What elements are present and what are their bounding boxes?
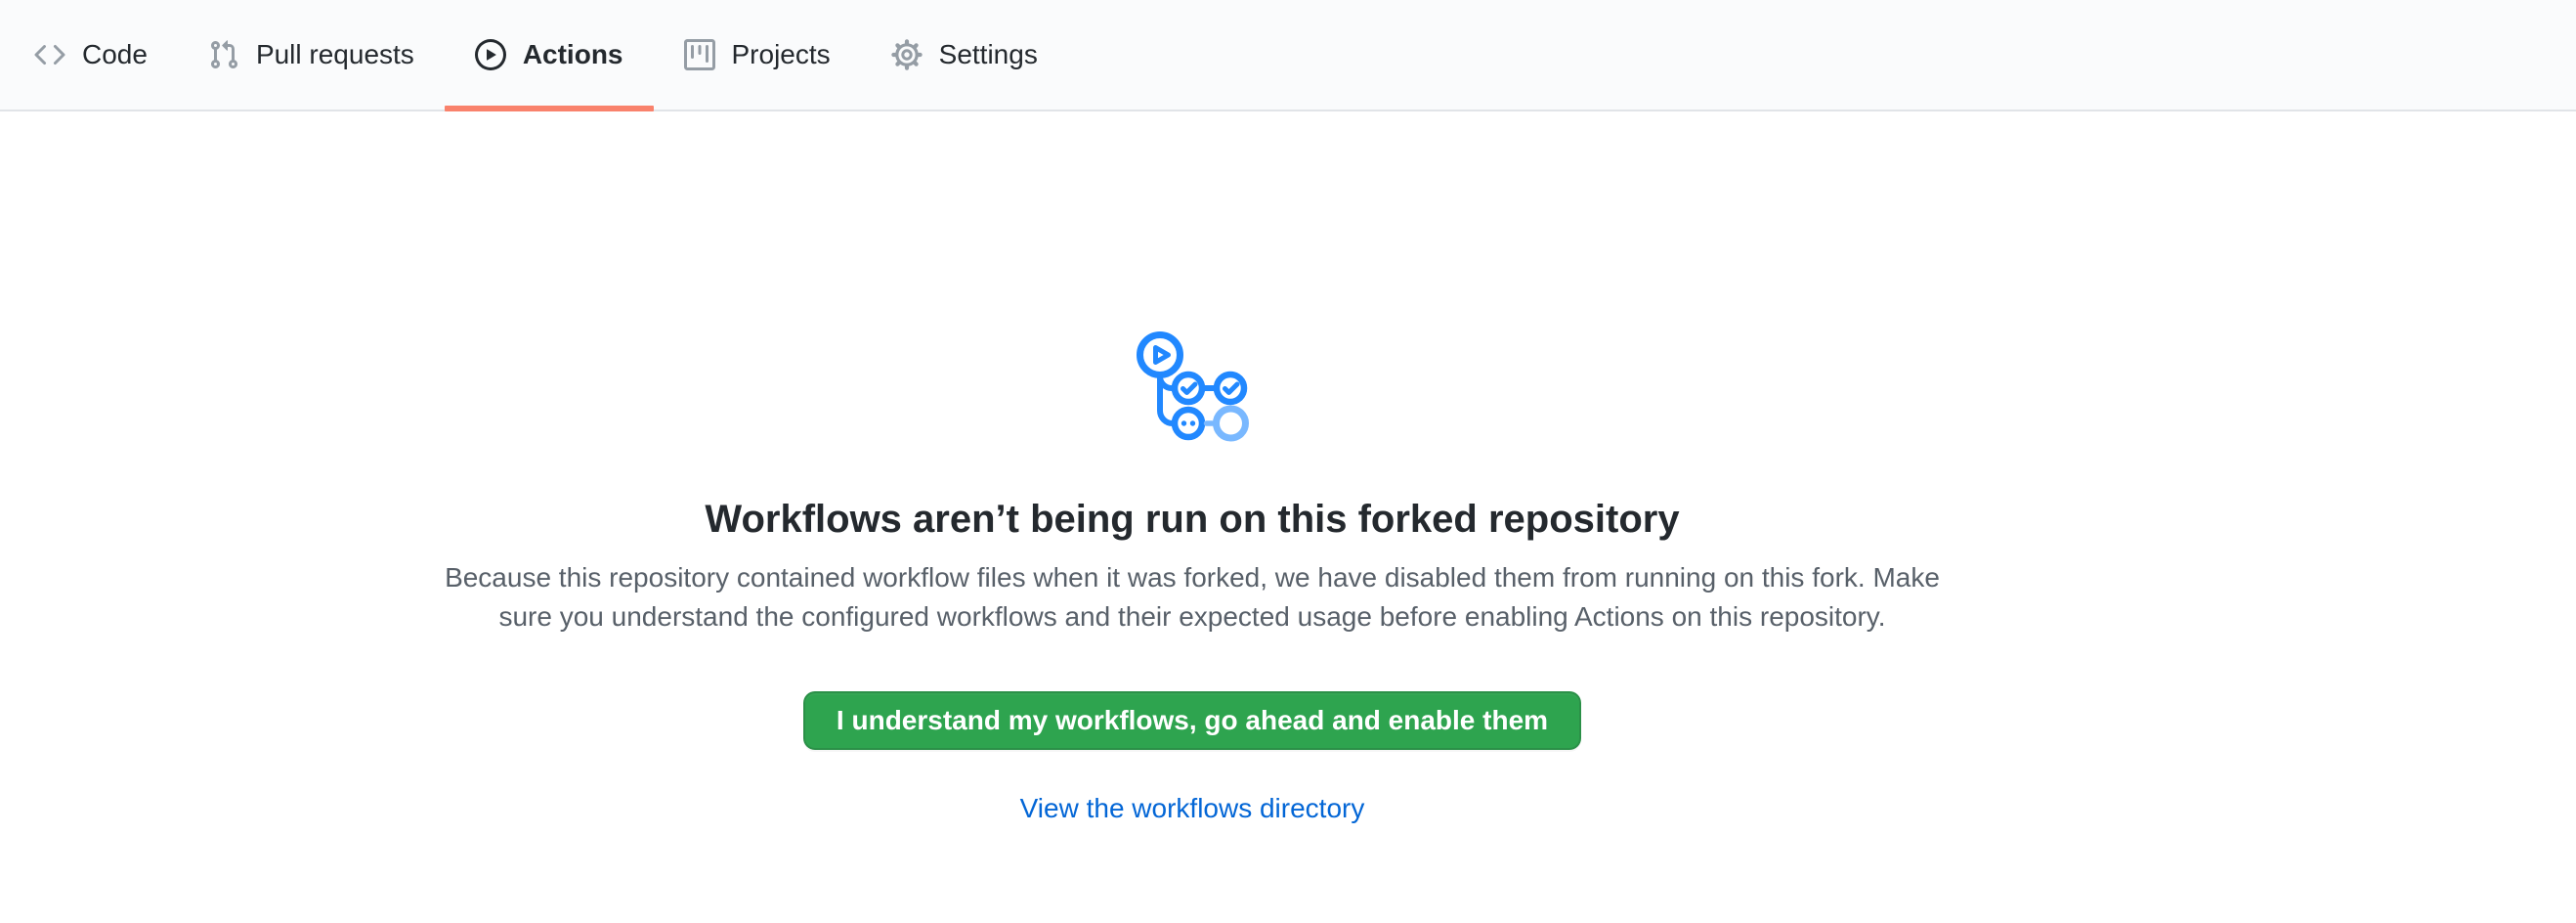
tab-code[interactable]: Code	[4, 0, 178, 110]
enable-workflows-button[interactable]: I understand my workflows, go ahead and …	[803, 691, 1581, 750]
repo-page: Code Pull requests Actions Projects	[0, 0, 2576, 923]
link-row: View the workflows directory	[0, 791, 2384, 826]
active-tab-underline	[445, 106, 654, 111]
tab-projects-label: Projects	[732, 41, 831, 68]
blankslate-title: Workflows aren’t being run on this forke…	[0, 496, 2384, 543]
tab-pull-requests-label: Pull requests	[256, 41, 414, 68]
gear-icon	[891, 39, 923, 70]
actions-disabled-blankslate: Workflows aren’t being run on this forke…	[0, 111, 2384, 826]
git-pull-request-icon	[208, 39, 239, 70]
play-circle-icon	[475, 39, 506, 70]
tab-code-label: Code	[82, 41, 148, 68]
tab-actions-label: Actions	[523, 41, 623, 68]
tab-actions[interactable]: Actions	[445, 0, 654, 110]
repo-tab-nav: Code Pull requests Actions Projects	[0, 0, 2576, 111]
actions-workflow-graph-icon	[1133, 329, 1252, 450]
blankslate-description: Because this repository contained workfl…	[0, 558, 2384, 637]
main-content: Workflows aren’t being run on this forke…	[0, 111, 2576, 826]
project-icon	[684, 39, 715, 70]
tab-projects[interactable]: Projects	[654, 0, 861, 110]
description-line: sure you understand the configured workf…	[0, 597, 2384, 637]
view-workflows-directory-link[interactable]: View the workflows directory	[1020, 793, 1365, 823]
tab-pull-requests[interactable]: Pull requests	[178, 0, 445, 110]
code-icon	[34, 39, 65, 70]
tab-settings[interactable]: Settings	[861, 0, 1068, 110]
tab-settings-label: Settings	[939, 41, 1038, 68]
content-container: Workflows aren’t being run on this forke…	[0, 111, 2384, 826]
description-line: Because this repository contained workfl…	[0, 558, 2384, 597]
